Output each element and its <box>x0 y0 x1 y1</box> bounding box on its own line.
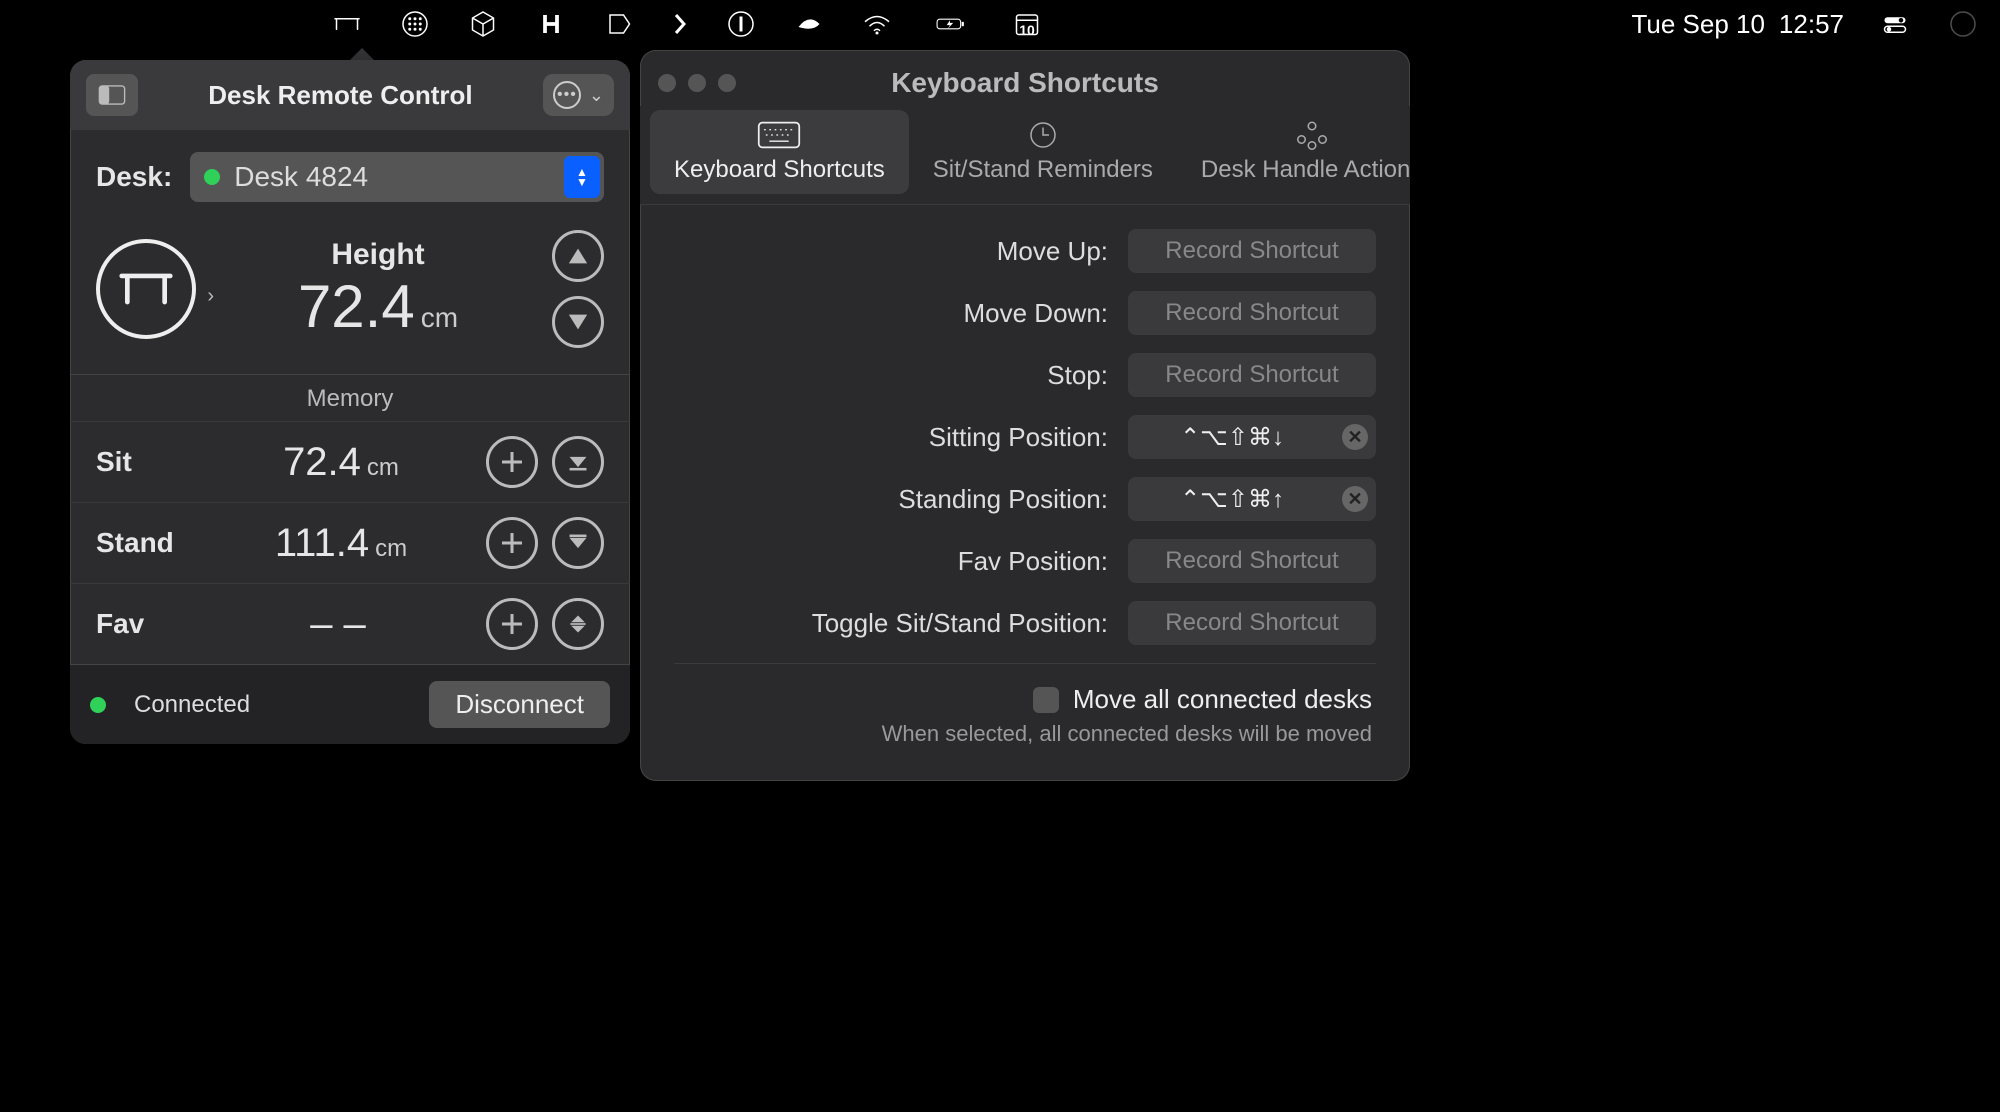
shortcut-field[interactable]: Record Shortcut <box>1128 539 1376 583</box>
desk-app-menubar-icon[interactable] <box>330 7 364 41</box>
tab-sit-stand-reminders[interactable]: Sit/Stand Reminders <box>909 110 1177 194</box>
move-all-desks-checkbox[interactable] <box>1033 687 1059 713</box>
shortcut-label: Move Down: <box>964 298 1109 329</box>
shortcut-label: Move Up: <box>997 236 1108 267</box>
tab-label: Keyboard Shortcuts <box>674 156 885 184</box>
onepassword-icon[interactable] <box>724 7 758 41</box>
chevron-right-icon: › <box>207 285 214 308</box>
shortcut-label: Fav Position: <box>958 546 1108 577</box>
memory-value: – – <box>310 602 366 646</box>
chevron-right-icon[interactable] <box>670 7 690 41</box>
desk-profile-button[interactable]: › <box>96 239 196 339</box>
memory-row-stand: Stand 111.4cm <box>70 502 630 583</box>
menubar-time: 12:57 <box>1779 9 1844 40</box>
shortcut-field[interactable]: ⌃⌥⇧⌘↓✕ <box>1128 415 1376 459</box>
goto-sit-button[interactable] <box>552 436 604 488</box>
move-all-desks-help: When selected, all connected desks will … <box>674 721 1376 771</box>
popover-footer: Connected Disconnect <box>70 664 630 744</box>
move-all-desks-label: Move all connected desks <box>1073 684 1372 715</box>
desk-name: Desk 4824 <box>234 161 368 193</box>
shortcut-row: Move Up: Record Shortcut <box>674 229 1376 273</box>
memory-section-title: Memory <box>70 375 630 421</box>
desk-selector-row: Desk: Desk 4824 ▲▼ <box>70 130 630 224</box>
height-value: 72.4 <box>298 272 415 341</box>
desk-label: Desk: <box>96 161 172 193</box>
menubar-clock[interactable]: Tue Sep 10 12:57 <box>1631 9 1844 40</box>
disconnect-button[interactable]: Disconnect <box>429 681 610 728</box>
shortcut-row: Toggle Sit/Stand Position: Record Shortcu… <box>674 601 1376 645</box>
status-dot-icon <box>90 697 106 713</box>
clear-shortcut-button[interactable]: ✕ <box>1342 424 1368 450</box>
tab-desk-handle-actions[interactable]: Desk Handle Actions <box>1177 110 1410 194</box>
memory-value: 72.4 <box>283 440 361 484</box>
keyboard-shortcuts-window: Keyboard Shortcuts Keyboard Shortcuts Si… <box>640 50 1410 781</box>
control-center-icon[interactable] <box>1878 7 1912 41</box>
shortcut-row: Stop: Record Shortcut <box>674 353 1376 397</box>
clear-shortcut-button[interactable]: ✕ <box>1342 486 1368 512</box>
memory-row-sit: Sit 72.4cm <box>70 421 630 502</box>
goto-fav-button[interactable] <box>552 598 604 650</box>
desk-remote-popover: Desk Remote Control ••• ⌄ Desk: Desk 482… <box>70 60 630 744</box>
sidebar-toggle-button[interactable] <box>86 74 138 116</box>
grid-circle-icon[interactable] <box>398 7 432 41</box>
popover-header: Desk Remote Control ••• ⌄ <box>70 60 630 130</box>
shortcut-field[interactable]: ⌃⌥⇧⌘↑✕ <box>1128 477 1376 521</box>
memory-label: Stand <box>96 527 196 559</box>
tag-icon[interactable] <box>602 7 636 41</box>
desk-select[interactable]: Desk 4824 ▲▼ <box>190 152 604 202</box>
status-dot-icon <box>204 169 220 185</box>
calendar-icon[interactable]: 10 <box>1008 7 1046 41</box>
ellipsis-icon: ••• <box>553 81 581 109</box>
more-menu-button[interactable]: ••• ⌄ <box>543 74 614 116</box>
shortcut-field[interactable]: Record Shortcut <box>1128 291 1376 335</box>
move-down-button[interactable] <box>552 296 604 348</box>
calendar-date-badge: 10 <box>1008 22 1046 38</box>
shortcut-row: Move Down: Record Shortcut <box>674 291 1376 335</box>
menubar: 10 Tue Sep 10 12:57 <box>0 0 2000 48</box>
tab-label: Sit/Stand Reminders <box>933 156 1153 184</box>
memory-row-fav: Fav – – <box>70 583 630 664</box>
window-title: Keyboard Shortcuts <box>640 67 1410 99</box>
save-stand-button[interactable] <box>486 517 538 569</box>
save-fav-button[interactable] <box>486 598 538 650</box>
shortcut-label: Sitting Position: <box>929 422 1108 453</box>
shortcuts-body: Move Up: Record Shortcut Move Down: Record … <box>640 204 1410 781</box>
tab-keyboard-shortcuts[interactable]: Keyboard Shortcuts <box>650 110 909 194</box>
chevron-down-icon: ⌄ <box>589 85 604 106</box>
wifi-icon[interactable] <box>860 7 894 41</box>
letter-h-icon[interactable] <box>534 7 568 41</box>
memory-unit: cm <box>375 535 407 562</box>
shortcut-label: Toggle Sit/Stand Position: <box>812 608 1108 639</box>
shortcut-row: Fav Position: Record Shortcut <box>674 539 1376 583</box>
shortcut-row: Sitting Position: ⌃⌥⇧⌘↓✕ <box>674 415 1376 459</box>
shortcut-field[interactable]: Record Shortcut <box>1128 353 1376 397</box>
height-unit: cm <box>421 302 458 333</box>
memory-label: Sit <box>96 446 196 478</box>
goto-stand-button[interactable] <box>552 517 604 569</box>
window-titlebar: Keyboard Shortcuts <box>640 50 1410 106</box>
height-block: › Height 72.4cm <box>70 224 630 374</box>
shortcut-field[interactable]: Record Shortcut <box>1128 229 1376 273</box>
memory-value: 111.4 <box>275 521 369 565</box>
shortcut-label: Stop: <box>1047 360 1108 391</box>
height-label: Height <box>214 238 542 272</box>
memory-label: Fav <box>96 608 196 640</box>
connection-status: Connected <box>134 691 250 719</box>
siri-icon[interactable] <box>1946 7 1980 41</box>
popover-title: Desk Remote Control <box>208 80 472 111</box>
preferences-tabs: Keyboard Shortcuts Sit/Stand Reminders D… <box>640 106 1410 204</box>
memory-unit: cm <box>367 454 399 481</box>
shortcut-field[interactable]: Record Shortcut <box>1128 601 1376 645</box>
vpn-icon[interactable] <box>792 7 826 41</box>
menubar-date: Tue Sep 10 <box>1631 9 1764 40</box>
shortcut-label: Standing Position: <box>898 484 1108 515</box>
save-sit-button[interactable] <box>486 436 538 488</box>
move-up-button[interactable] <box>552 230 604 282</box>
cube-icon[interactable] <box>466 7 500 41</box>
select-arrows-icon: ▲▼ <box>564 156 600 198</box>
shortcut-row: Standing Position: ⌃⌥⇧⌘↑✕ <box>674 477 1376 521</box>
tab-label: Desk Handle Actions <box>1201 156 1410 184</box>
battery-icon[interactable] <box>928 7 974 41</box>
